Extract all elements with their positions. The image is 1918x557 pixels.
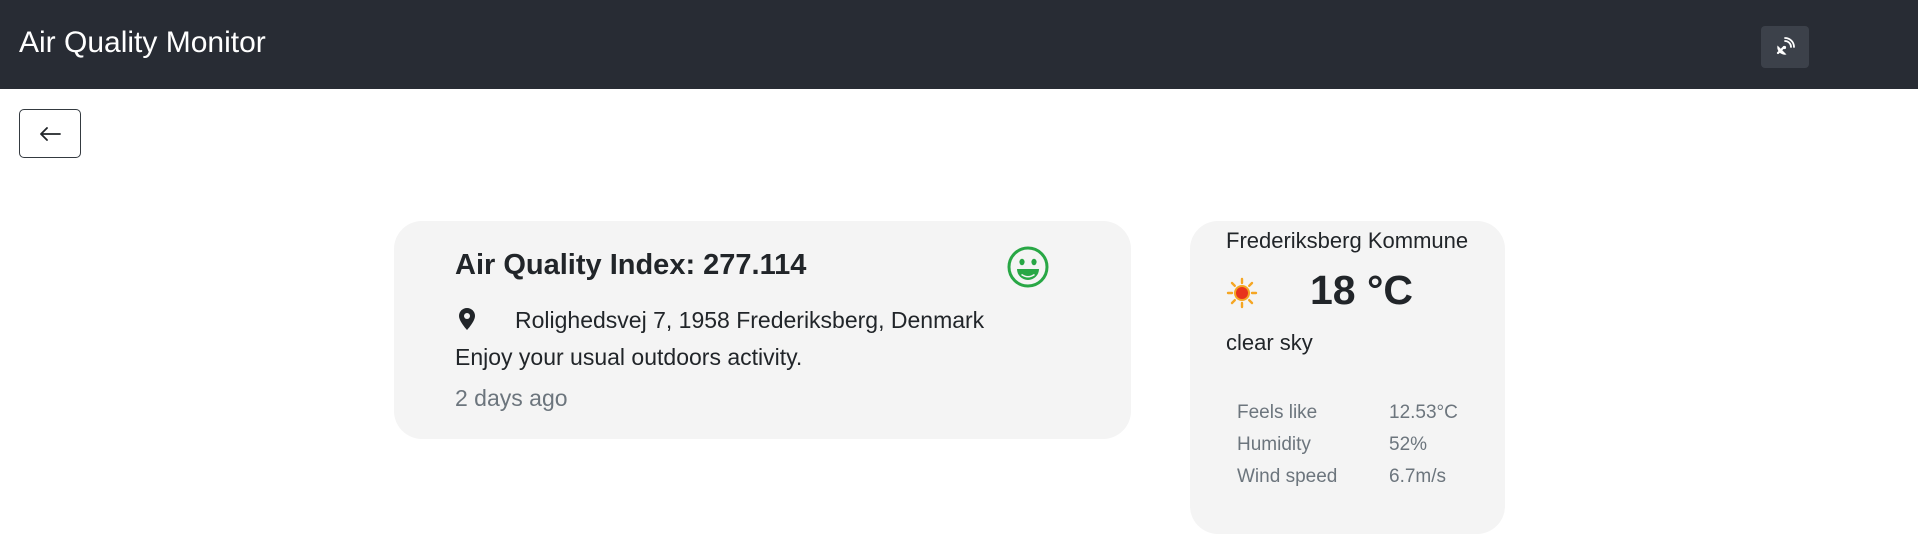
wind-speed-label: Wind speed [1237,466,1338,487]
wind-speed-value: 6.7m/s [1389,466,1447,487]
temperature-value: 18 °C [1310,267,1414,313]
top-navbar: Air Quality Monitor [0,0,1918,89]
weather-description: clear sky [1226,330,1313,355]
arrow-left-icon [40,126,61,141]
aqi-heading: Air Quality Index: 277.114 [455,247,806,283]
aqi-label: Air Quality Index: [455,249,696,281]
feels-like-label: Feels like [1237,402,1318,423]
sun-icon [1226,277,1258,309]
back-button[interactable] [19,109,81,158]
health-advice: Enjoy your usual outdoors activity. [455,344,803,370]
weather-city: Frederiksberg Kommune [1226,228,1469,253]
last-updated: 2 days ago [455,385,568,411]
humidity-value: 52% [1389,434,1428,455]
feels-like-value: 12.53°C [1389,402,1458,423]
weather-card: Frederiksberg Kommune 18 °C clear sky Fe… [1190,221,1505,534]
grinning-face-icon [1007,246,1049,288]
location-pin-icon [459,308,475,330]
air-quality-card: Air Quality Index: 277.114 Rolighedsvej … [394,221,1131,439]
app-title[interactable]: Air Quality Monitor [19,24,266,62]
aqi-value: 277.114 [703,249,807,281]
humidity-label: Humidity [1237,434,1311,455]
location-address: Rolighedsvej 7, 1958 Frederiksberg, Denm… [515,307,985,333]
satellite-dish-icon [1776,37,1795,55]
satellite-button[interactable] [1761,26,1809,68]
